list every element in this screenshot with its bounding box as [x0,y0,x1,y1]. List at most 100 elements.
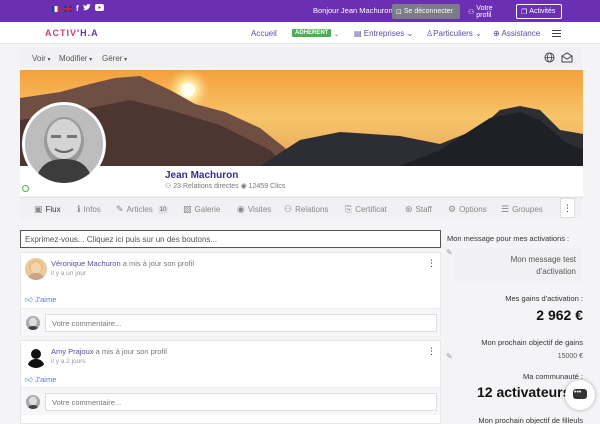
relations-count[interactable]: 23 Relations directes [173,183,238,190]
gear-icon: ⚙ [448,204,457,214]
edit-icon[interactable]: ✎ [446,352,453,361]
logout-icon: ⊡ [396,8,402,16]
member-badge: ADHERENT [292,29,332,37]
next-goal-label: Mon prochain objectif de gains [481,338,583,347]
more-options-icon[interactable]: ⋮ [427,258,436,269]
tab-groupes[interactable]: ☰ Groupes [501,204,543,215]
tab-infos[interactable]: ℹ Infos [77,204,101,215]
gains-label: Mes gains d'activation : [505,294,583,303]
tab-relations[interactable]: ⚇ Relations [284,204,328,215]
profile-avatar[interactable] [22,102,106,186]
logo[interactable]: ACTIV'H.A [45,28,99,38]
comment-bar: Votre commentaire... [21,387,440,415]
tab-staff[interactable]: ⊛ Staff [405,204,432,215]
thumbs-up-icon: 👍︎ [25,295,33,304]
more-options-icon[interactable]: ⋮ [560,198,575,218]
feed-post: Véronique Machuron a mis à jour son prof… [20,252,441,336]
online-status-icon [22,185,29,192]
nav-individuals[interactable]: ♙Particuliers ⌄ [426,29,482,38]
nav-companies-label: Entreprises [363,29,405,38]
profile-label: Votre profil [476,4,493,19]
menu-icon[interactable] [552,30,561,37]
like-label: J'aime [34,295,57,304]
avatar[interactable] [25,258,47,280]
edit-menu[interactable]: Modifier [59,54,92,63]
greeting: Bonjour Jean Machuron [313,6,393,15]
activities-icon: ❐ [521,8,528,16]
chat-widget-icon[interactable] [565,380,595,410]
nav-home[interactable]: Accueil [251,29,277,38]
certificate-icon: ⎘ [345,204,353,214]
activities-button[interactable]: ❐ Activités [516,4,562,19]
next-goal-value: 15000 € [557,353,583,360]
post-action: a mis à jour son profil [95,347,167,356]
gallery-icon: ▨ [183,204,192,214]
users-icon: ⚇ [284,204,293,214]
edit-icon[interactable]: ✎ [446,248,453,257]
nav-individuals-label: Particuliers [433,29,473,38]
manage-menu[interactable]: Gérer [102,54,127,63]
community-label: Ma communauté : [522,372,583,381]
tab-label: Galerie [194,205,221,214]
like-button[interactable]: 👍︎ J'aime [25,295,56,305]
eye-icon: ◉ [237,204,245,214]
profile-name[interactable]: Jean Machuron [165,170,238,181]
relations-icon: ⚇ [165,183,172,190]
post-header: Véronique Machuron a mis à jour son prof… [51,259,194,268]
nav-companies[interactable]: ▤ Entreprises ⌄ [354,29,413,38]
twitter-icon[interactable] [82,4,91,13]
tab-label: Infos [83,205,101,214]
tab-label: Groupes [512,205,543,214]
tab-galerie[interactable]: ▨ Galerie [183,204,220,215]
tab-articles[interactable]: ✎ Articles 10 [116,204,169,215]
compose-input[interactable]: Exprimez-vous... Cliquez ici puis sur un… [20,230,441,248]
profile-info-bar [20,166,583,196]
tab-label: Flux [45,205,61,214]
post-time: il y a 2 jours [51,358,86,365]
profile-button[interactable]: ⚇ Votre profil [463,4,513,19]
image-icon: ▣ [34,204,43,214]
like-button[interactable]: 👍︎ J'aime [25,375,56,385]
post-header: Amy Prajoux a mis à jour son profil [51,347,167,356]
activities-label: Activités [529,8,556,15]
youtube-icon[interactable] [94,4,104,13]
tab-visites[interactable]: ◉ Visites [237,204,271,215]
globe-icon: ⊕ [493,29,500,38]
articles-count: 10 [157,205,169,214]
chevron-down-icon[interactable]: ⌄ [334,31,339,38]
building-icon: ▤ [354,29,362,38]
comment-input[interactable]: Votre commentaire... [45,393,437,411]
post-author[interactable]: Amy Prajoux [51,347,94,356]
tab-label: Staff [415,205,432,214]
main-navbar: ACTIV'H.A Accueil ADHERENT ⌄ ▤ Entrepris… [0,22,600,44]
info-icon: ℹ [77,204,81,214]
comment-input[interactable]: Votre commentaire... [45,314,437,332]
logo-right: 'H.A [77,28,99,38]
tab-flux[interactable]: ▣ Flux [34,204,61,215]
envelope-icon[interactable] [561,52,573,65]
activation-message: Mon message test d'activation [455,248,583,283]
avatar [26,395,40,409]
nav-assistance[interactable]: ⊕ Assistance [493,29,540,38]
flag-uk-icon[interactable] [64,5,72,12]
thumbs-up-icon: 👍︎ [25,375,33,384]
social-links: f [52,4,104,13]
tab-certificat[interactable]: ⎘ Certificat [345,204,387,215]
activation-message-line-2: d'activation [536,267,576,276]
like-label: J'aime [34,375,57,384]
flag-fr-icon[interactable] [52,5,60,12]
logout-button[interactable]: ⊡ Se déconnecter [392,4,460,19]
facebook-icon[interactable]: f [76,4,79,13]
logout-label: Se déconnecter [403,8,453,15]
tab-options[interactable]: ⚙ Options [448,204,487,215]
post-time: il y a un jour [51,270,87,277]
avatar[interactable] [25,346,47,368]
eye-icon: ◉ [240,183,247,190]
chat-icon: ☰ [501,204,510,214]
user-icon: ⚇ [468,8,475,16]
view-menu[interactable]: Voir [32,54,50,63]
globe-icon[interactable] [544,52,555,65]
post-author[interactable]: Véronique Machuron [51,259,121,268]
avatar [26,316,40,330]
more-options-icon[interactable]: ⋮ [427,346,436,357]
